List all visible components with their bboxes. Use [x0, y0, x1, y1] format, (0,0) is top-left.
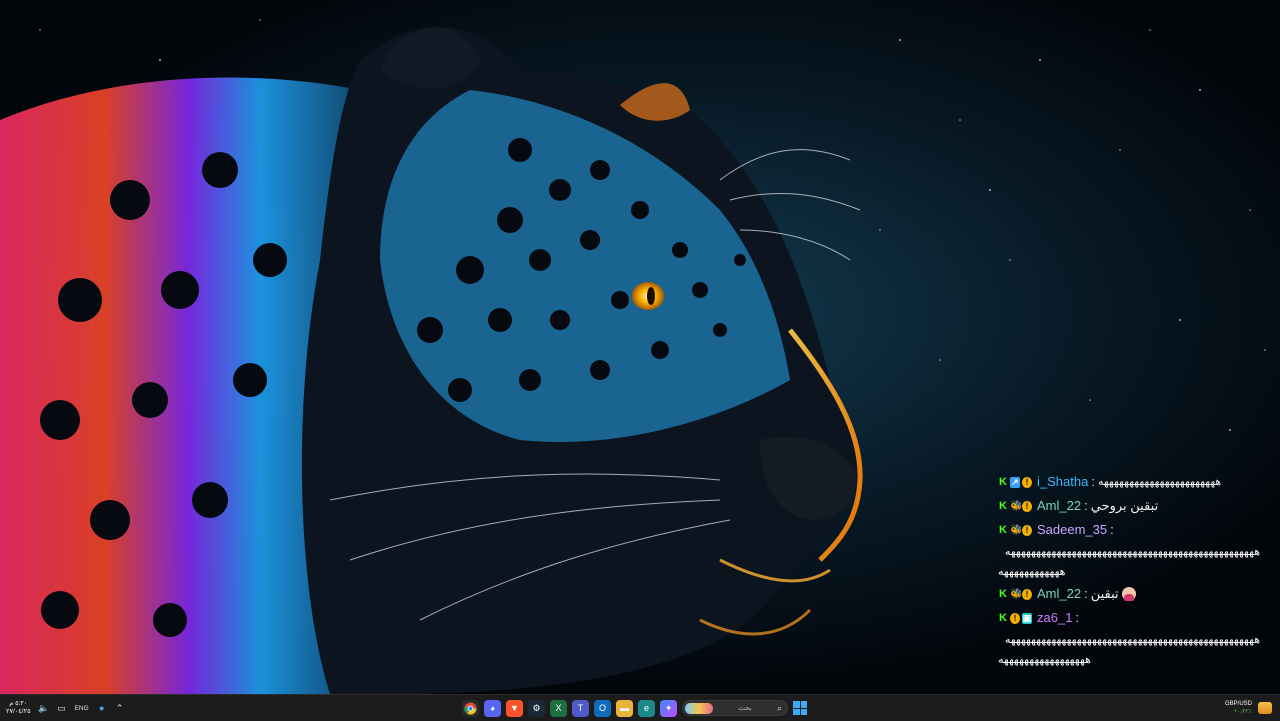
teams-icon[interactable]: T — [572, 699, 589, 717]
chrome-icon[interactable] — [462, 699, 479, 717]
fx-pair: GBP/USD — [1224, 701, 1252, 707]
chat-message-text: هههههههههههههههههههههههههههههههههههههههه… — [1004, 634, 1260, 646]
outlook-icon[interactable]: O — [594, 699, 611, 717]
kick-badge-icon: K — [999, 499, 1007, 512]
chat-message: K ! ▣ za6_1 : هههههههههههههههههههههههههه… — [998, 606, 1260, 670]
widgets-area[interactable]: GBP/USD +٠٫٣٢٪ — [1225, 695, 1272, 721]
excel-icon[interactable]: X — [550, 699, 567, 717]
coin-badge-icon: ! — [1022, 588, 1032, 600]
chat-username[interactable]: Aml_22 — [1037, 582, 1081, 606]
chat-separator: : — [1110, 522, 1114, 537]
microphone-icon[interactable]: ● — [97, 703, 107, 713]
kick-badge-icon: K — [999, 611, 1007, 624]
chat-username[interactable]: za6_1 — [1037, 606, 1072, 630]
coin-badge-icon: ! — [1010, 612, 1020, 624]
copilot-icon[interactable]: ✦ — [660, 699, 677, 717]
clock-time: ٥:٢٠ م — [9, 700, 28, 707]
weather-icon[interactable] — [1258, 702, 1272, 714]
chat-message-text: هههههههههههههههههههههههه — [1097, 476, 1222, 488]
brave-icon[interactable]: ▼ — [506, 699, 523, 717]
system-tray: ٥:٢٠ م ٢٧/٠٤/٢٥ 🔈 ▭ ENG ● ⌃ — [6, 695, 125, 721]
chat-message-text: ههههههههههههه — [998, 566, 1066, 578]
language-indicator[interactable]: ENG — [75, 703, 89, 713]
windows-start-icon[interactable] — [793, 701, 807, 715]
chat-message-text: تبقين بروحي — [1090, 498, 1159, 513]
chat-separator: : — [1084, 498, 1088, 513]
chat-message: K 🐝 ! Sadeem_35 : هههههههههههههههههههههه… — [998, 518, 1260, 582]
fx-change: +٠٫٣٢٪ — [1233, 709, 1252, 715]
chat-message-text: تبقين — [1090, 586, 1119, 601]
volume-icon[interactable]: 🔈 — [38, 703, 49, 713]
kick-badge-icon: K — [999, 475, 1007, 488]
verified-badge-icon: ↗ — [1010, 476, 1020, 488]
coin-badge-icon: ! — [1022, 524, 1032, 536]
edge-icon[interactable]: e — [638, 699, 655, 717]
chat-message-text: هههههههههههههههههه — [998, 654, 1092, 666]
search-icon: ⌕ — [776, 702, 782, 713]
kick-badge-icon: K — [999, 587, 1007, 600]
chat-separator: : — [1075, 610, 1080, 625]
taskbar-apps: ◕ ▼ ⚙ X T O ▬ e ✦ بحث ⌕ — [462, 698, 807, 718]
clock[interactable]: ٥:٢٠ م ٢٧/٠٤/٢٥ — [6, 700, 31, 716]
file-explorer-icon[interactable]: ▬ — [616, 699, 633, 717]
sub-badge-icon: ▣ — [1022, 612, 1032, 624]
bee-badge-icon: 🐝 — [1010, 588, 1023, 600]
chat-message: K 🐝 ! Aml_22 : تبقين — [998, 582, 1260, 606]
bee-badge-icon: 🐝 — [1010, 500, 1023, 512]
chevron-up-icon[interactable]: ⌃ — [115, 703, 125, 713]
search-highlight-image — [685, 702, 713, 714]
battery-icon[interactable]: ▭ — [57, 703, 67, 713]
search-placeholder: بحث — [738, 705, 752, 712]
chat-message: K ↗ ! i_Shatha : ههههههههههههههههههههههه… — [998, 470, 1260, 494]
chat-separator: : — [1091, 474, 1095, 489]
coin-badge-icon: ! — [1022, 476, 1032, 488]
fx-widget[interactable]: GBP/USD +٠٫٣٢٪ — [1225, 700, 1252, 716]
chat-username[interactable]: i_Shatha — [1037, 470, 1088, 494]
chat-message: K 🐝 ! Aml_22 : تبقين بروحي — [998, 494, 1260, 518]
chat-separator: : — [1084, 586, 1088, 601]
girl-emoji-icon — [1121, 587, 1136, 601]
chat-username[interactable]: Sadeem_35 — [1037, 518, 1107, 542]
kick-badge-icon: K — [999, 523, 1007, 536]
clock-date: ٢٧/٠٤/٢٥ — [6, 708, 31, 715]
chat-message-text: هههههههههههههههههههههههههههههههههههههههه… — [1004, 546, 1260, 558]
coin-badge-icon: ! — [1022, 500, 1032, 512]
chat-username[interactable]: Aml_22 — [1037, 494, 1081, 518]
taskbar-search[interactable]: بحث ⌕ — [682, 700, 788, 716]
taskbar: ٥:٢٠ م ٢٧/٠٤/٢٥ 🔈 ▭ ENG ● ⌃ ◕ ▼ ⚙ X T O … — [0, 694, 1280, 721]
bee-badge-icon: 🐝 — [1010, 524, 1023, 536]
live-chat-overlay: K ↗ ! i_Shatha : ههههههههههههههههههههههه… — [998, 470, 1260, 670]
discord-icon[interactable]: ◕ — [484, 699, 501, 717]
steam-icon[interactable]: ⚙ — [528, 699, 545, 717]
